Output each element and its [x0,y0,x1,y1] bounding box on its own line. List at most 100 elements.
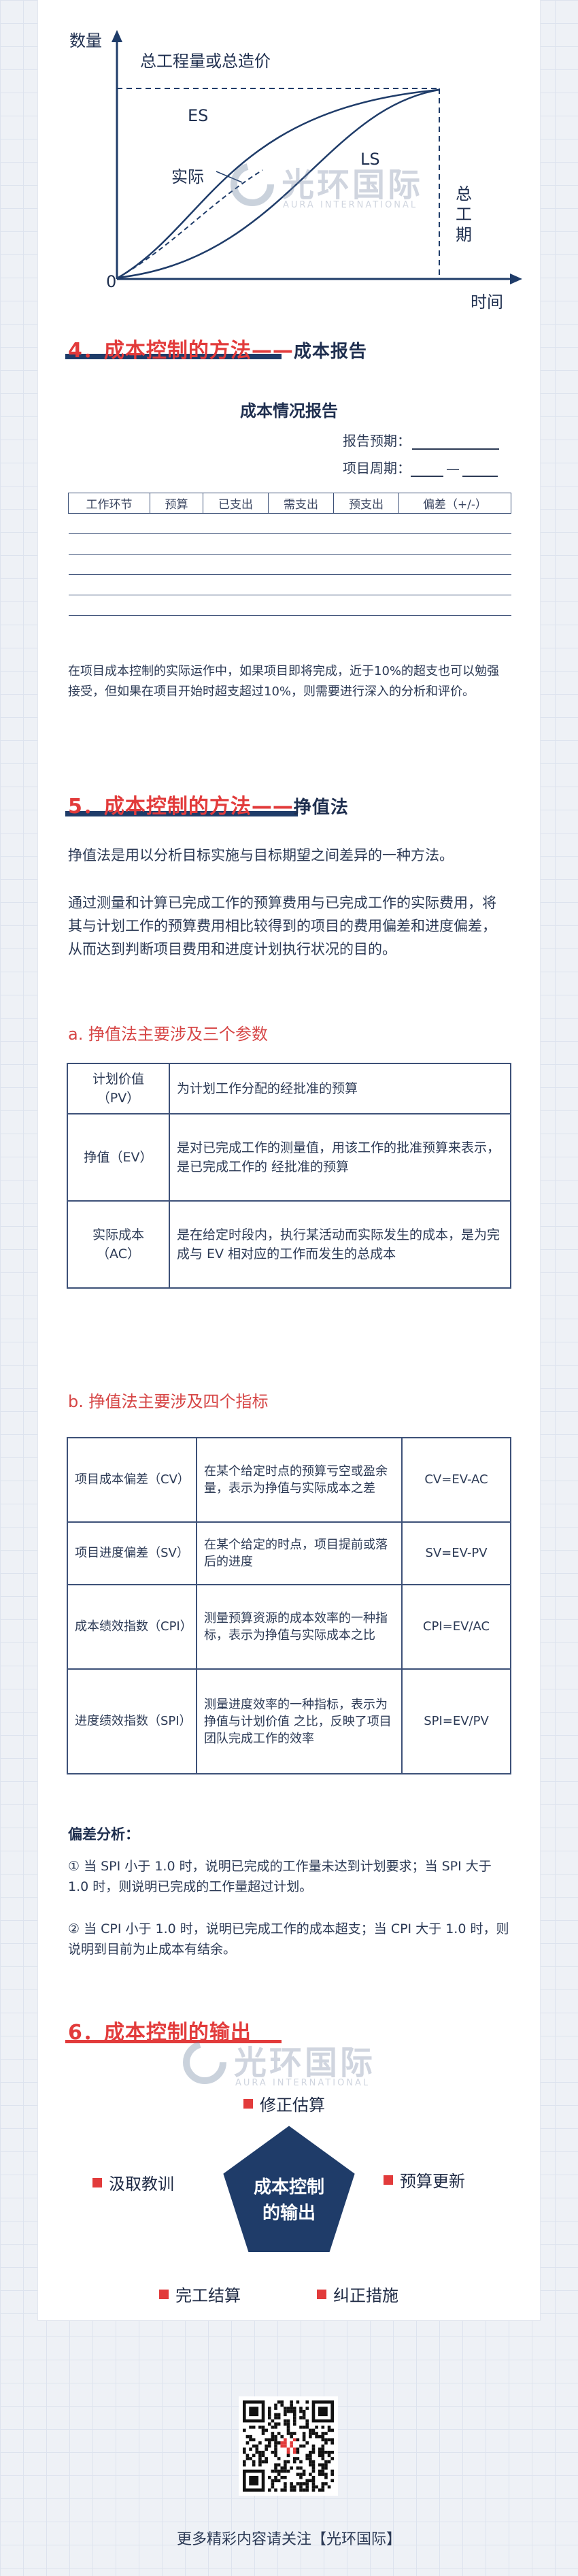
diagram-total-label: 总工程量或总造价 [140,52,271,71]
output-item-label: 纠正措施 [333,2286,398,2305]
param-name: 实际成本（AC） [67,1200,170,1289]
section4-title-prefix: 4．成本控制的方法—— [68,339,294,363]
table-header-cell: 已支出 [203,493,269,514]
table-row [68,574,511,595]
params-heading: a. 挣值法主要涉及三个参数 [68,1025,268,1044]
table-cell [398,554,511,575]
table-header-cell: 工作环节 [68,493,150,514]
table-cell [68,513,150,534]
diagram-origin-label: 0 [106,272,117,291]
bullet-square-icon [159,2289,169,2299]
table-cell [333,595,399,616]
output-item-lessons: 汲取教训 [92,2170,174,2194]
duration-char: 总 [456,184,472,203]
qr-code-icon [243,2400,334,2492]
indicator-desc: 测量进度效率的一种指标，表示为挣值与计划价值 之比，反映了项目团队完成工作的效率 [196,1668,403,1774]
report-title: 成本情况报告 [240,401,338,420]
table-cell [333,533,399,555]
table-row: 进度绩效指数（SPI） 测量进度效率的一种指标，表示为挣值与计划价值 之比，反映… [67,1668,511,1774]
table-cell [150,533,203,555]
table-cell [268,554,334,575]
indicator-name: 进度绩效指数（SPI） [67,1668,197,1774]
output-item-corrective-action: 纠正措施 [317,2282,398,2306]
table-cell [398,595,511,616]
section4-title: 4．成本控制的方法——成本报告 [68,333,367,363]
table-cell [150,595,203,616]
table-cell [68,554,150,575]
indicators-heading: b. 挣值法主要涉及四个指标 [68,1392,269,1411]
indicator-desc: 在某个给定时点的预算亏空或盈余量，表示为挣值与实际成本之差 [196,1437,403,1523]
watermark-logo: 光环国际 AURA INTERNATIONAL [181,2036,398,2097]
param-name: 挣值（EV） [67,1113,170,1202]
param-desc: 为计划工作分配的经批准的预算 [169,1063,511,1114]
indicator-formula: SV=EV-PV [401,1521,511,1585]
bullet-square-icon [243,2098,253,2109]
table-cell [150,574,203,595]
footer-follow-text: 更多精彩内容请关注【光环国际】 [176,2531,401,2548]
table-header-cell: 预算 [150,493,203,514]
report-period-label: 报告预期： [343,433,411,449]
table-row: 成本绩效指数（CPI） 测量预算资源的成本效率的一种指标，表示为挣值与实际成本之… [67,1584,511,1670]
param-name: 计划价值（PV） [67,1063,170,1114]
table-cell [203,595,269,616]
cost-report-table: 工作环节 预算 已支出 需支出 预支出 偏差（+/-） [68,493,511,616]
table-header-cell: 预支出 [333,493,399,514]
table-cell [68,574,150,595]
section5-title: 5．成本控制的方法——挣值法 [68,789,349,819]
indicator-name: 成本绩效指数（CPI） [67,1584,197,1670]
table-header-cell: 需支出 [268,493,334,514]
deviation-heading: 偏差分析： [68,1826,139,1843]
output-item-revise-estimate: 修正估算 [243,2092,325,2115]
section4-note: 在项目成本控制的实际运作中，如果项目即将完成，近于10%的超支也可以勉强接受，但… [68,664,500,699]
table-cell [268,574,334,595]
section4-title-suffix: 成本报告 [293,342,367,362]
output-item-budget-update: 预算更新 [384,2168,465,2192]
table-cell [398,533,511,555]
duration-char: 期 [456,225,472,244]
indicator-name: 项目成本偏差（CV） [67,1437,197,1523]
table-cell [333,554,399,575]
indicator-desc: 在某个给定的时点，项目提前或落后的进度 [196,1521,403,1585]
section5-title-suffix: 挣值法 [293,797,349,818]
table-cell [150,513,203,534]
qr-code[interactable] [239,2396,338,2496]
watermark-sub: AURA INTERNATIONAL [283,200,418,210]
table-row: 项目成本偏差（CV） 在某个给定时点的预算亏空或盈余量，表示为挣值与实际成本之差… [67,1437,511,1523]
output-center-line: 成本控制 [253,2177,324,2198]
param-desc: 是在给定时段内，执行某活动而实际发生的成本，是为完成与 EV 相对应的工作而发生… [169,1200,511,1289]
report-period-blank[interactable] [412,435,499,450]
table-cell [203,533,269,555]
project-period-start-blank[interactable] [411,462,443,477]
table-row [68,554,511,575]
report-period: 报告预期： [343,430,499,450]
table-cell [68,533,150,555]
watermark-name: 光环国际 [282,166,424,204]
indicator-desc: 测量预算资源的成本效率的一种指标，表示为挣值与实际成本之比 [196,1584,403,1670]
indicator-formula: SPI=EV/PV [401,1668,511,1774]
output-item-label: 预算更新 [400,2172,465,2191]
bullet-square-icon [384,2175,393,2185]
indicator-formula: CPI=EV/AC [401,1584,511,1670]
table-cell [203,513,269,534]
table-cell [203,574,269,595]
table-row [68,513,511,534]
diagram-duration-label: 总 工 期 [456,184,475,245]
table-row: 挣值（EV） 是对已完成工作的测量值，用该工作的批准预算来表示，是已完成工作的 … [67,1113,511,1202]
section5-intro2: 通过测量和计算已完成工作的预算费用与已完成工作的实际费用，将其与计划工作的预算费… [68,895,496,957]
watermark-name: 光环国际 [234,2044,376,2082]
output-center-label: 成本控制 的输出 [218,2175,360,2226]
project-period-end-blank[interactable] [462,462,498,477]
article-card: 数量 总工程量或总造价 ES 实际 LS 0 时间 总 工 期 光环国际 AUR… [38,0,540,2320]
table-row: 实际成本（AC） 是在给定时段内，执行某活动而实际发生的成本，是为完成与 EV … [67,1200,511,1289]
output-item-label: 完工结算 [175,2286,241,2305]
table-cell [333,574,399,595]
table-cell [68,595,150,616]
deviation-text-2: ② 当 CPI 小于 1.0 时，说明已完成工作的成本超支；当 CPI 大于 1… [68,1921,509,1957]
duration-char: 工 [456,205,472,224]
diagram-y-label: 数量 [69,31,102,50]
table-row [68,595,511,616]
table-cell [268,595,334,616]
output-center-line: 的输出 [262,2203,316,2224]
output-item-final-settlement: 完工结算 [159,2282,241,2306]
table-row: 计划价值（PV） 为计划工作分配的经批准的预算 [67,1063,511,1114]
